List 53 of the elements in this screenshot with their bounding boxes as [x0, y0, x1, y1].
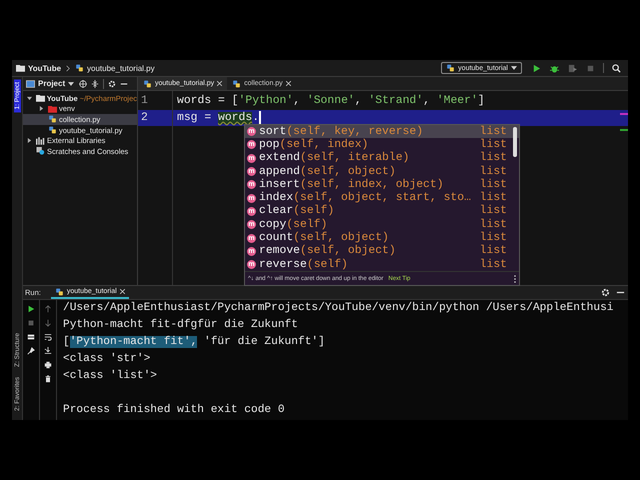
breadcrumb[interactable]: youtube_tutorial.py [87, 64, 155, 72]
text-caret [259, 111, 261, 124]
breadcrumb[interactable]: YouTube [28, 64, 62, 72]
soft-wrap-icon[interactable] [44, 333, 52, 341]
caret-icon [68, 82, 74, 86]
library-icon [36, 136, 45, 145]
settings-icon[interactable] [108, 80, 116, 88]
search-icon[interactable] [612, 64, 621, 72]
chevron-icon [66, 64, 70, 72]
bug-icon[interactable] [550, 64, 559, 72]
console-output-line: <class 'str'> [63, 352, 152, 367]
trash-icon[interactable] [44, 375, 52, 383]
print-icon[interactable] [44, 361, 52, 369]
python-file-icon [75, 64, 84, 72]
expand-arrow-icon[interactable] [27, 96, 32, 101]
console-output-line: Process finished with exit code 0 [63, 402, 286, 418]
python-icon [54, 288, 64, 296]
console-output-line: Python-macht fit-dfgfür die Zukunft [63, 318, 299, 333]
target-icon[interactable] [79, 80, 88, 88]
layout-icon[interactable] [27, 333, 35, 341]
error-stripe-mark [620, 129, 628, 131]
python-file-icon [232, 80, 242, 88]
close-icon[interactable] [217, 81, 222, 86]
close-icon[interactable] [286, 81, 291, 86]
line-number: 1 [140, 95, 149, 108]
close-icon[interactable] [120, 289, 125, 294]
scroll-to-end-icon[interactable] [44, 347, 52, 355]
folder-icon [16, 64, 25, 72]
collapse-icon[interactable] [91, 80, 100, 88]
settings-icon[interactable] [601, 288, 610, 297]
pin-icon[interactable] [27, 347, 35, 355]
project-view-dropdown[interactable]: Project [23, 79, 78, 88]
down-arrow-icon[interactable] [44, 319, 52, 327]
expand-arrow-icon[interactable] [27, 138, 32, 144]
coverage-icon[interactable] [568, 64, 577, 72]
run-icon[interactable] [532, 64, 541, 72]
window-icon [26, 80, 35, 88]
caret-icon [511, 66, 517, 70]
expand-arrow-icon[interactable] [39, 106, 44, 112]
console-output-line: /Users/AppleEnthusiast/PycharmProjects/YouTube/venv/bin/python /Users/AppleEnthusi [63, 300, 614, 316]
console-output-line: ['Python-macht fit', 'für die Zukunft'] [63, 334, 326, 350]
code-line: msg = words. [177, 112, 260, 124]
error-stripe-mark [620, 113, 628, 115]
scrollbar-thumb[interactable] [513, 127, 517, 157]
up-arrow-icon[interactable] [44, 305, 52, 313]
code-line: words = ['Python', 'Sonne', 'Strand', 'Meer'] [177, 95, 485, 108]
python-icon [446, 64, 456, 72]
python-file-icon [143, 80, 152, 88]
stop-icon[interactable] [27, 319, 35, 327]
scratch-icon [36, 147, 45, 156]
line-number: 2 [140, 112, 149, 124]
console-output-line: <class 'list'> [63, 368, 158, 384]
run-icon[interactable] [27, 305, 35, 313]
